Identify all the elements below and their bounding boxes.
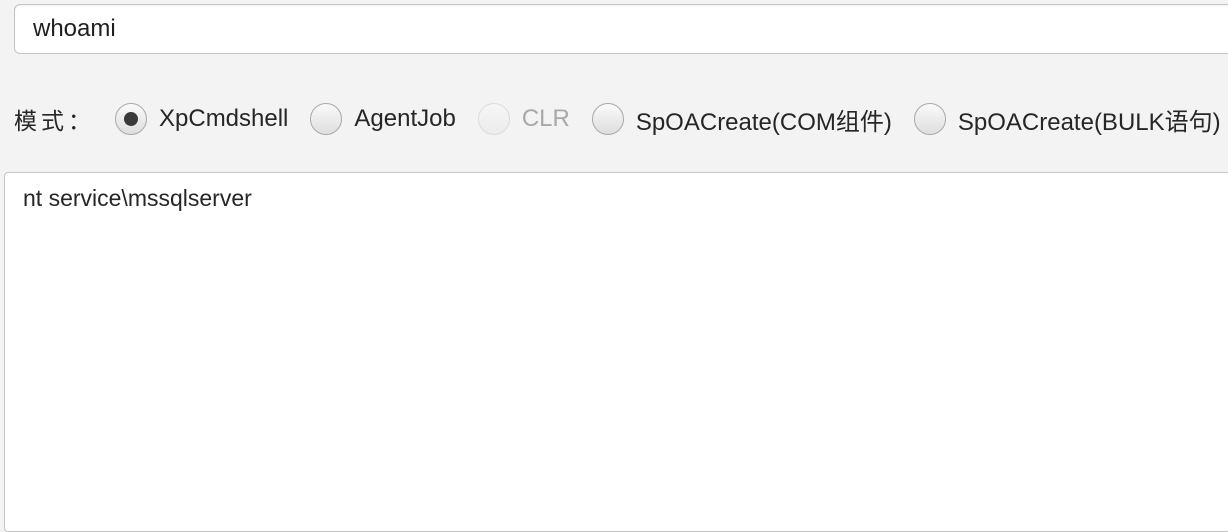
mode-selector: 模式： XpCmdshell AgentJob CLR SpOACreate(C…	[14, 98, 1228, 140]
radio-label[interactable]: SpOACreate(BULK语句)	[958, 102, 1221, 137]
radio-spoacreate-bulk[interactable]: SpOACreate(BULK语句)	[913, 102, 1221, 137]
command-input[interactable]	[14, 4, 1228, 54]
output-text: nt service\mssqlserver	[23, 185, 252, 211]
radio-label[interactable]: SpOACreate(COM组件)	[636, 102, 892, 137]
radio-xpcmdshell[interactable]: XpCmdshell	[115, 103, 288, 135]
radio-button-icon	[477, 103, 510, 135]
radio-button-icon[interactable]	[591, 103, 624, 135]
radio-label[interactable]: AgentJob	[354, 105, 455, 133]
radio-spoacreate-com[interactable]: SpOACreate(COM组件)	[591, 102, 892, 137]
output-textarea[interactable]: nt service\mssqlserver	[4, 172, 1228, 532]
mode-label: 模式：	[14, 109, 95, 135]
radio-agentjob[interactable]: AgentJob	[310, 103, 456, 135]
radio-clr: CLR	[477, 103, 570, 135]
radio-button-icon[interactable]	[115, 103, 147, 135]
radio-selected-dot-icon	[124, 112, 138, 126]
radio-label[interactable]: XpCmdshell	[159, 105, 288, 133]
radio-label: CLR	[521, 105, 570, 132]
radio-button-icon[interactable]	[913, 103, 946, 135]
radio-button-icon[interactable]	[310, 103, 343, 135]
